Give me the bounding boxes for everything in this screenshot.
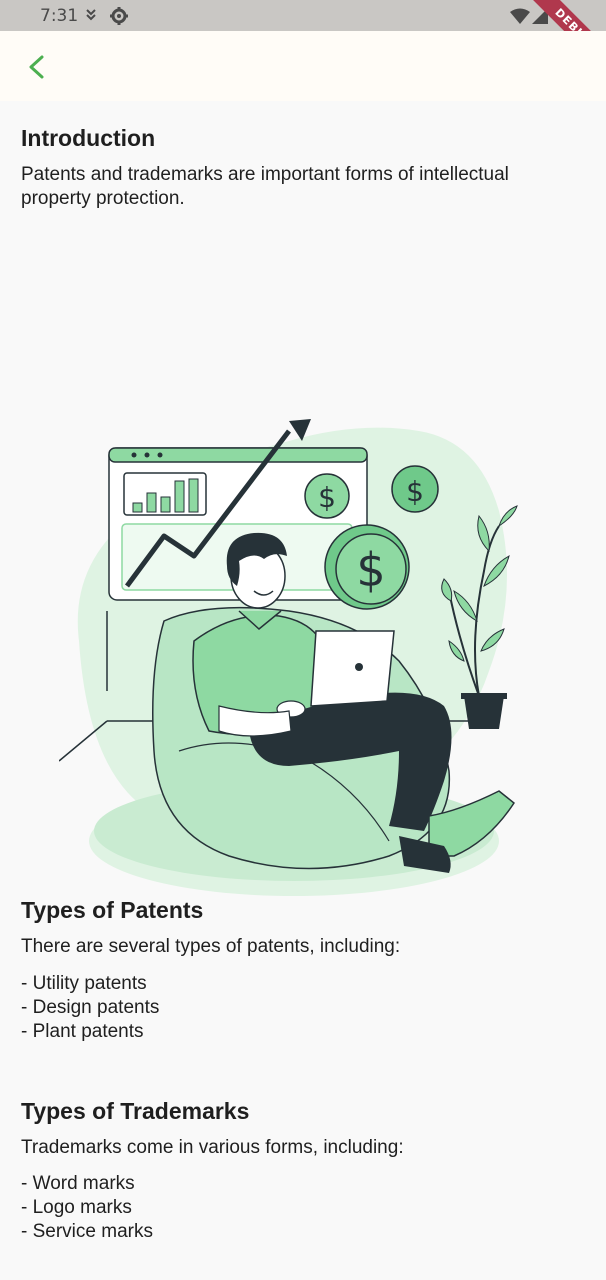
patents-title: Types of Patents [21,897,204,923]
patents-text: There are several types of patents, incl… [21,936,401,957]
status-time: 7:31 [40,6,79,26]
list-item: - Logo marks [21,1197,132,1218]
intro-title: Introduction [21,125,156,151]
app-bar [0,31,606,101]
svg-text:$: $ [356,543,385,597]
download-icon [86,9,96,21]
list-item: - Design patents [21,997,160,1018]
list-item: - Utility patents [21,973,147,994]
trademarks-text: Trademarks come in various forms, includ… [21,1137,404,1158]
trademarks-list: - Word marks - Logo marks - Service mark… [21,1172,153,1244]
patents-list: - Utility patents - Design patents - Pla… [21,972,159,1044]
back-arrow-icon[interactable] [18,49,54,85]
intro-text: Patents and trademarks are important for… [21,164,509,209]
settings-icon [110,7,128,25]
svg-text:$: $ [406,475,424,508]
list-item: - Service marks [21,1221,153,1242]
list-item: - Plant patents [21,1021,144,1042]
list-item: - Word marks [21,1173,135,1194]
status-bar: 7:31 DEBUG [0,0,606,77]
svg-text:$: $ [318,481,336,514]
finance-illustration: $ $ $ [59,419,518,896]
trademarks-title: Types of Trademarks [21,1098,250,1124]
